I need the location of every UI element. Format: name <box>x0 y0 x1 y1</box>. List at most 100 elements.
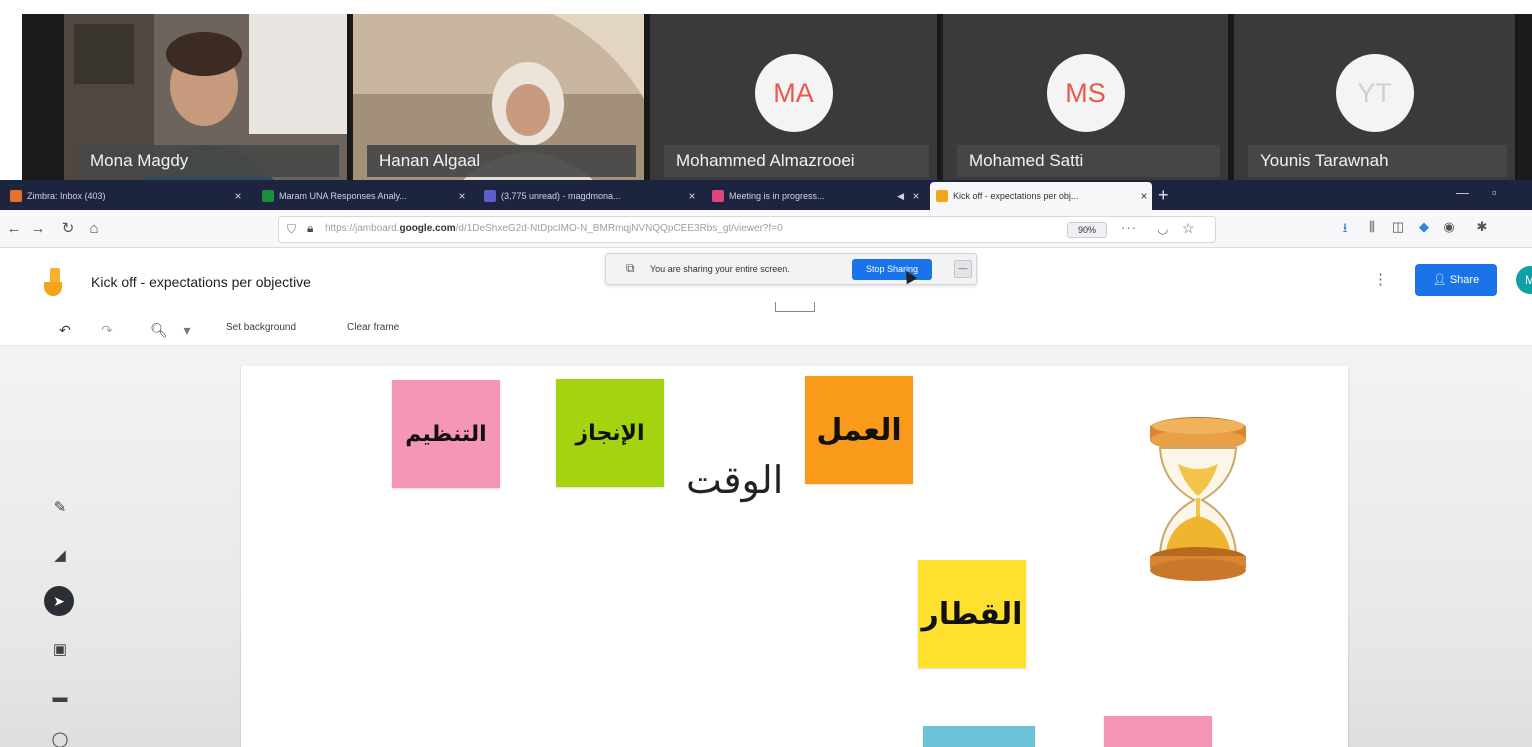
participant-name: Mona Magdy <box>78 145 339 177</box>
sticky-text: العمل <box>816 412 902 448</box>
close-icon[interactable]: × <box>1136 189 1152 203</box>
participant-name: Hanan Algaal <box>367 145 636 177</box>
extension-3-icon[interactable]: ✱ <box>1474 219 1490 235</box>
jam-title[interactable]: Kick off - expectations per objective <box>91 274 311 290</box>
participant-avatar: YT <box>1335 54 1414 132</box>
screen-share-notice: ⧉ You are sharing your entire screen. St… <box>605 253 977 285</box>
share-button[interactable]: 👤︎ Share <box>1415 264 1497 296</box>
participant-avatar: MA <box>754 54 833 132</box>
back-icon[interactable]: ← <box>4 219 24 239</box>
tab-title: Maram UNA Responses Analy... <box>279 191 407 201</box>
close-icon[interactable]: × <box>908 189 924 203</box>
participant-tile-2[interactable]: Hanan Algaal <box>353 14 647 180</box>
participant-avatar: MS <box>1046 54 1125 132</box>
participant-tile-1[interactable]: Mona Magdy <box>64 14 350 180</box>
stop-sharing-button[interactable]: Stop Sharing <box>852 259 932 280</box>
tab-title: Kick off - expectations per obj... <box>953 191 1079 201</box>
jamboard-toolbar: ↶ ↷ 🔍︎ ▾ Set background Clear frame <box>0 312 1532 346</box>
sticky-text: القطار <box>921 596 1023 632</box>
hide-notice-button[interactable]: — <box>954 260 972 278</box>
circle-shape-icon[interactable]: ◯ <box>50 730 70 747</box>
screen: Mona Magdy Hanan Algaal MA Mohammed Alma… <box>0 0 1532 747</box>
participant-name: Mohammed Almazrooei <box>664 145 929 177</box>
forward-icon[interactable]: → <box>28 219 48 239</box>
hourglass-part <box>1150 559 1246 581</box>
close-icon[interactable]: × <box>684 189 700 203</box>
hourglass-image[interactable] <box>1142 412 1254 588</box>
mail-icon <box>484 190 496 202</box>
tracking-shield-icon[interactable]: ⛉ <box>287 222 301 237</box>
zimbra-icon <box>10 190 22 202</box>
jamboard-logo-icon[interactable] <box>44 268 66 298</box>
home-icon[interactable]: ⌂ <box>84 219 104 239</box>
more-options-icon[interactable]: ⋮ <box>1373 270 1388 288</box>
tab-title: (3,775 unread) - magdmona... <box>501 191 621 201</box>
download-icon[interactable]: ⭳ <box>1337 219 1353 241</box>
zoom-icon[interactable]: 🔍︎ <box>150 322 168 339</box>
close-icon[interactable]: × <box>454 189 470 203</box>
undo-icon[interactable]: ↶ <box>56 322 74 339</box>
frame-indicator[interactable] <box>775 302 815 312</box>
browser-tab[interactable]: Maram UNA Responses Analy... × <box>256 183 470 209</box>
new-tab-button[interactable]: + <box>1158 184 1169 206</box>
library-icon[interactable]: ⫼ <box>1364 219 1380 235</box>
sticky-note[interactable] <box>923 726 1035 747</box>
jamboard-icon <box>936 190 948 202</box>
browser-tab-active[interactable]: Kick off - expectations per obj... × <box>930 182 1152 210</box>
participant-name: Mohamed Satti <box>957 145 1220 177</box>
sheets-icon <box>262 190 274 202</box>
minimize-icon[interactable]: — <box>1456 185 1469 200</box>
lock-icon[interactable]: 🔒︎ <box>307 221 313 236</box>
image-icon[interactable]: ▬ <box>50 688 70 708</box>
page-actions-icon[interactable]: ··· <box>1121 220 1137 235</box>
bookmark-star-icon[interactable]: ☆ <box>1182 220 1195 237</box>
participant-tile-5[interactable]: YT Younis Tarawnah <box>1234 14 1518 180</box>
logo-part <box>44 282 62 296</box>
reload-icon[interactable]: ↻ <box>58 219 78 239</box>
webex-icon <box>712 190 724 202</box>
tab-title: Meeting is in progress... <box>729 191 825 201</box>
sticky-text: الإنجاز <box>575 420 645 446</box>
redo-icon[interactable]: ↷ <box>98 322 116 339</box>
browser-tab[interactable]: Meeting is in progress... ◀ × <box>706 183 924 209</box>
pen-icon[interactable]: ✎ <box>50 498 70 518</box>
browser-nav-bar: ← → ↻ ⌂ ⛉ 🔒︎ https://jamboard.google.com… <box>0 210 1532 248</box>
clear-frame-button[interactable]: Clear frame <box>347 322 399 333</box>
participant-name: Younis Tarawnah <box>1248 145 1507 177</box>
sidebar-icon[interactable]: ◫ <box>1390 219 1406 235</box>
close-icon[interactable]: × <box>230 189 246 203</box>
zoom-level[interactable]: 90% <box>1067 222 1107 238</box>
extension-icon[interactable]: ◆ <box>1416 219 1432 235</box>
video-conference-strip: Mona Magdy Hanan Algaal MA Mohammed Alma… <box>0 0 1532 180</box>
maximize-icon[interactable]: ▫ <box>1492 185 1497 200</box>
speaker-icon[interactable]: ◀ <box>897 191 904 202</box>
share-icon: 👤︎ <box>1432 274 1450 286</box>
pocket-icon[interactable]: ◡ <box>1157 221 1168 237</box>
browser-tab-bar: Zimbra: Inbox (403) × Maram UNA Response… <box>0 180 1532 210</box>
sticky-note[interactable] <box>1104 716 1212 747</box>
extension-2-icon[interactable]: ◉ <box>1441 219 1457 235</box>
tab-title: Zimbra: Inbox (403) <box>27 191 106 201</box>
sticky-note-icon[interactable]: ▣ <box>50 640 70 660</box>
select-icon[interactable]: ➤ <box>44 586 74 616</box>
text-box[interactable]: الوقت <box>686 458 783 502</box>
participant-tile-3[interactable]: MA Mohammed Almazrooei <box>650 14 940 180</box>
eraser-icon[interactable]: ◢ <box>50 546 70 566</box>
browser-tab[interactable]: Zimbra: Inbox (403) × <box>4 183 246 209</box>
sticky-text: التنظيم <box>405 421 487 447</box>
hourglass-part <box>1152 418 1244 434</box>
zoom-dropdown-icon[interactable]: ▾ <box>178 322 196 339</box>
url-text[interactable]: https://jamboard.google.com/d/1DeShxeG2d… <box>325 223 1045 234</box>
share-label: Share <box>1449 274 1480 286</box>
address-bar[interactable]: ⛉ 🔒︎ https://jamboard.google.com/d/1DeSh… <box>278 216 1216 243</box>
set-background-button[interactable]: Set background <box>226 322 296 333</box>
participant-tile-4[interactable]: MS Mohamed Satti <box>943 14 1231 180</box>
sticky-note[interactable]: العمل <box>805 376 913 484</box>
browser-tab[interactable]: (3,775 unread) - magdmona... × <box>478 183 700 209</box>
share-notice-text: You are sharing your entire screen. <box>650 264 790 274</box>
sticky-note[interactable]: الإنجاز <box>556 379 664 487</box>
sticky-note[interactable]: القطار <box>918 560 1026 668</box>
sticky-note[interactable]: التنظيم <box>392 380 500 488</box>
screen-share-icon: ⧉ <box>626 261 635 275</box>
side-tool-panel: ✎ ◢ ➤ ▣ ▬ ◯ <box>36 490 84 747</box>
